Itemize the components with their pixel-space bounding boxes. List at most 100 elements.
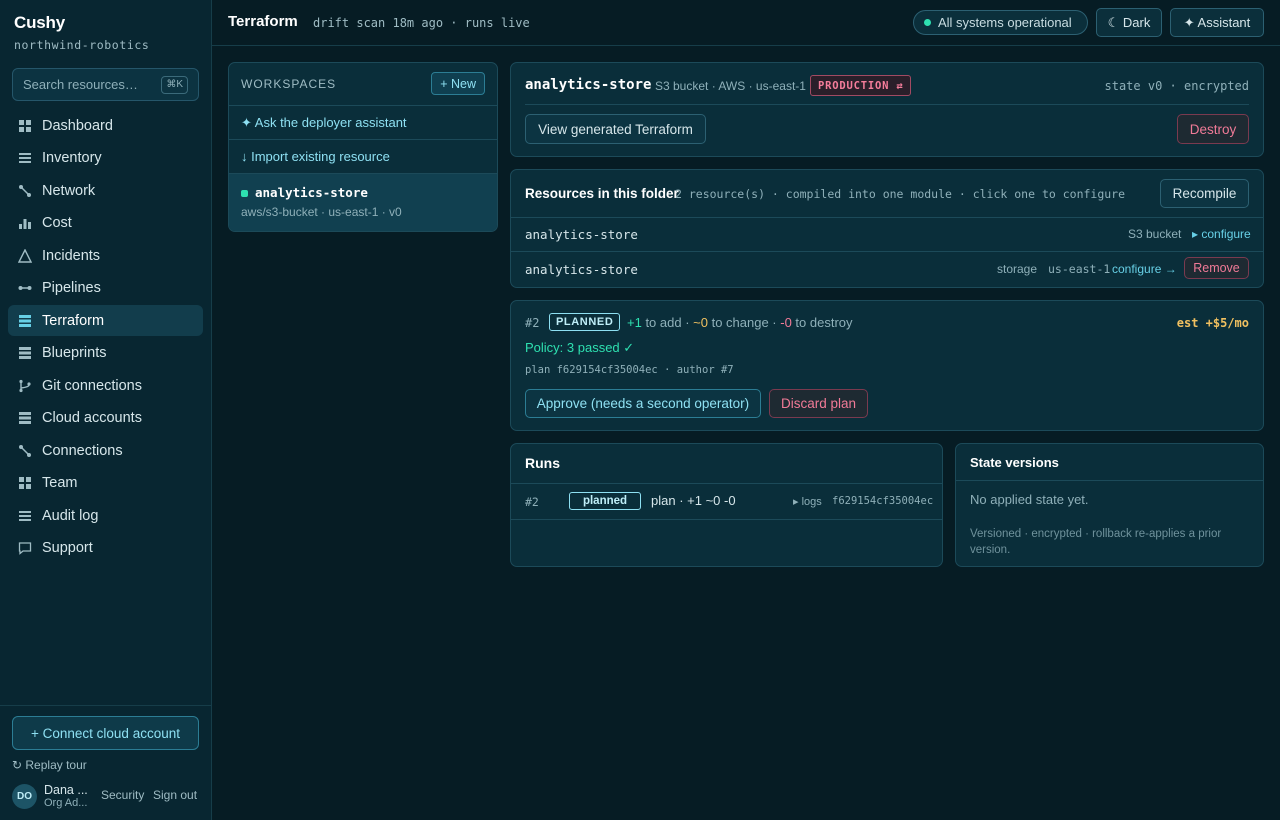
sidebar-item-label: Incidents [42,247,101,264]
grid-icon [17,476,32,491]
page-title: Terraform [228,13,298,30]
grid-icon [17,118,32,133]
new-workspace-button[interactable]: + New [431,72,485,95]
network-icon [17,443,32,458]
ask-assistant-item[interactable]: ✦ Ask the deployer assistant [229,105,497,139]
status-dot-icon [924,19,931,26]
sign-out-link[interactable]: Sign out [153,788,197,802]
runs-title: Runs [525,455,560,471]
chat-icon [17,541,32,556]
sidebar: Cushy northwind-robotics ⌘K Dashboard In… [0,0,212,820]
resource-row-region: us-east-1 [1048,262,1111,276]
workspace-name: analytics-store [255,185,368,200]
plan-summary: +1 to add · ~0 to change · -0 to destroy [627,315,853,330]
plan-change-text: to change · [707,315,781,330]
bar-chart-icon [17,216,32,231]
import-resource-item[interactable]: ↓ Import existing resource [229,139,497,173]
runs-panel: Runs #2 planned plan · +1 ~0 -0 ▸ logs f… [510,443,943,567]
sidebar-item-label: Dashboard [42,117,113,134]
policy-status: Policy: 3 passed ✓ [525,340,635,355]
workspaces-panel: WORKSPACES + New ✦ Ask the deployer assi… [228,62,498,232]
discard-plan-button[interactable]: Discard plan [769,389,868,418]
destroy-button[interactable]: Destroy [1177,114,1249,144]
sidebar-item-label: Audit log [42,507,99,524]
search-box[interactable]: ⌘K [12,68,199,101]
resource-meta: S3 bucket · AWS · us-east-1 [655,79,806,93]
state-empty-message: No applied state yet. [970,492,1089,507]
sidebar-item-cost[interactable]: Cost [8,208,203,239]
warning-icon [17,248,32,263]
sidebar-item-dashboard[interactable]: Dashboard [8,110,203,141]
plan-add-text: to add · [641,315,694,330]
plan-status-badge: PLANNED [549,313,621,331]
run-summary: plan · +1 ~0 -0 [651,493,736,508]
list-icon [17,508,32,523]
workspace-status-dot [241,190,248,197]
folder-resources-panel: Resources in this folder 2 resource(s) ·… [510,169,1264,288]
remove-button[interactable]: Remove [1184,257,1249,279]
replay-tour-link[interactable]: ↻ Replay tour [12,758,87,772]
sidebar-item-label: Git connections [42,377,142,394]
resource-name: analytics-store [525,77,652,93]
plan-number: #2 [525,316,540,330]
table-row[interactable]: analytics-store S3 bucket ▸ configure [511,218,1263,251]
brand-logo[interactable]: Cushy [14,13,65,33]
sidebar-item-label: Terraform [42,312,105,329]
sidebar-divider [0,705,211,706]
plan-meta: plan f629154cf35004ec · author #7 [525,364,734,376]
sidebar-item-pipelines[interactable]: Pipelines [8,273,203,304]
user-name: Dana ... [44,783,88,797]
sidebar-item-label: Connections [42,442,123,459]
state-versions-note: Versioned · encrypted · rollback re-appl… [970,528,1222,556]
run-row[interactable]: #2 planned plan · +1 ~0 -0 ▸ logs f62915… [511,484,942,519]
sidebar-item-connections[interactable]: Connections [8,435,203,466]
pipeline-icon [17,281,32,296]
sidebar-item-terraform[interactable]: Terraform [8,305,203,336]
sidebar-item-blueprints[interactable]: Blueprints [8,338,203,369]
resource-row-name: analytics-store [525,227,638,242]
top-header: Terraform drift scan 18m ago · runs live… [212,0,1280,46]
assistant-button[interactable]: ✦ Assistant [1170,8,1264,37]
plan-change-count: ~0 [693,315,708,330]
connect-cloud-account-button[interactable]: + Connect cloud account [12,716,199,750]
sidebar-item-support[interactable]: Support [8,533,203,564]
sidebar-item-cloud-accounts[interactable]: Cloud accounts [8,403,203,434]
run-hash: f629154cf35004ec [832,495,934,507]
run-logs-link[interactable]: ▸ logs [793,495,822,508]
divider [525,104,1249,105]
security-link[interactable]: Security [101,788,144,802]
workspace-item-analytics-store[interactable]: analytics-store aws/s3-bucket · us-east-… [229,173,497,231]
theme-toggle-button[interactable]: ☾ Dark [1096,8,1162,37]
sidebar-item-git-connections[interactable]: Git connections [8,370,203,401]
sidebar-item-label: Pipelines [42,280,101,296]
configure-link[interactable]: configure → [1112,262,1177,276]
configure-link[interactable]: ▸ configure [1192,227,1251,241]
git-branch-icon [17,378,32,393]
search-input[interactable] [13,69,153,100]
workspaces-heading: WORKSPACES [241,77,337,91]
sidebar-item-team[interactable]: Team [8,468,203,499]
state-info: state v0 · encrypted [1104,79,1250,93]
table-row[interactable]: analytics-store storage us-east-1 config… [511,252,1263,287]
system-status-badge[interactable]: All systems operational [913,10,1088,35]
plan-add-count: +1 [627,315,642,330]
sidebar-item-network[interactable]: Network [8,175,203,206]
sidebar-item-audit-log[interactable]: Audit log [8,500,203,531]
state-versions-title: State versions [970,455,1059,470]
sidebar-item-inventory[interactable]: Inventory [8,143,203,174]
search-shortcut: ⌘K [161,76,188,94]
sidebar-item-label: Blueprints [42,345,107,361]
list-icon [17,151,32,166]
org-name[interactable]: northwind-robotics [14,38,149,52]
avatar[interactable]: DO [12,784,37,809]
sidebar-item-label: Network [42,182,96,199]
sidebar-item-incidents[interactable]: Incidents [8,240,203,271]
resource-row-type: storage [997,262,1038,276]
recompile-button[interactable]: Recompile [1160,179,1249,208]
workspace-meta: aws/s3-bucket · us-east-1 · v0 [241,205,402,219]
resource-row-name: analytics-store [525,262,638,277]
stack-icon [17,313,32,328]
plan-destroy-text: to destroy [791,315,853,330]
view-terraform-button[interactable]: View generated Terraform [525,114,706,144]
approve-plan-button[interactable]: Approve (needs a second operator) [525,389,761,418]
